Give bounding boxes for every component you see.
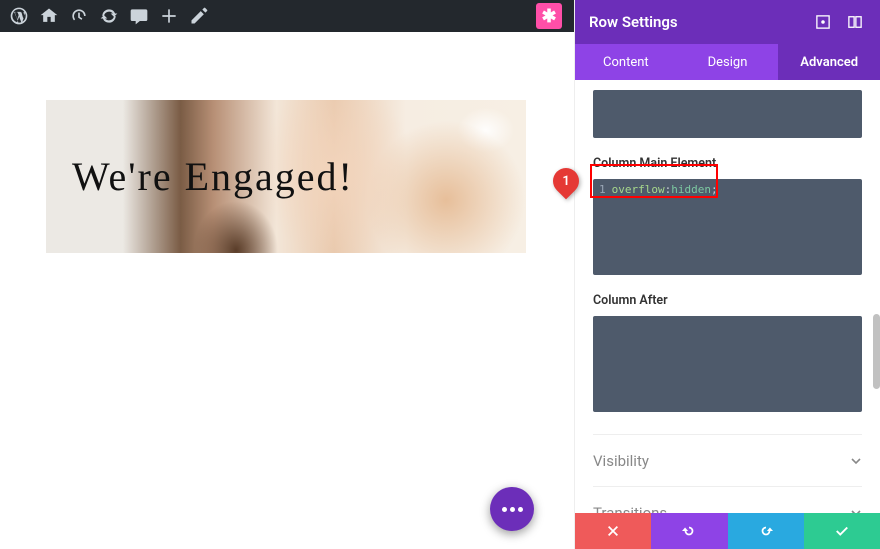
sidebar-body: Column Main Element 1overflow:hidden; Co… [575,80,880,513]
refresh-icon[interactable] [94,0,124,32]
home-icon[interactable] [34,0,64,32]
section-visibility[interactable]: Visibility [593,434,862,486]
add-icon[interactable] [154,0,184,32]
chevron-down-icon [850,455,862,467]
redo-button[interactable] [728,513,804,549]
tab-advanced[interactable]: Advanced [778,44,880,80]
sidebar-title: Row Settings [589,13,678,31]
wp-admin-bar: ✱ [0,0,574,32]
expand-icon[interactable] [844,11,866,33]
page-canvas: We're Engaged! [0,32,574,549]
scrollbar-thumb[interactable] [873,314,880,389]
cancel-button[interactable] [575,513,651,549]
undo-button[interactable] [651,513,727,549]
column-before-css-input[interactable] [593,90,862,138]
wp-logo-icon[interactable] [4,0,34,32]
tab-design[interactable]: Design [677,44,779,80]
field-label-after: Column After [593,293,862,308]
column-main-css-input[interactable]: 1overflow:hidden; [593,179,862,275]
sidebar-footer [575,513,880,549]
sidebar-header: Row Settings [575,0,880,44]
page-settings-fab[interactable] [490,487,534,531]
hero-section[interactable]: We're Engaged! [46,100,526,253]
hero-heading: We're Engaged! [72,153,354,200]
css-code-line: 1overflow:hidden; [593,179,862,200]
field-label-main: Column Main Element [593,156,862,171]
save-button[interactable] [804,513,880,549]
tab-content[interactable]: Content [575,44,677,80]
column-after-css-input[interactable] [593,316,862,412]
settings-sidebar: Row Settings Content Design Advanced Col… [574,0,880,549]
focus-icon[interactable] [812,11,834,33]
divi-logo-icon[interactable]: ✱ [536,3,562,29]
dashboard-icon[interactable] [64,0,94,32]
edit-icon[interactable] [184,0,214,32]
comment-icon[interactable] [124,0,154,32]
sidebar-tabs: Content Design Advanced [575,44,880,80]
section-transitions[interactable]: Transitions [593,486,862,513]
